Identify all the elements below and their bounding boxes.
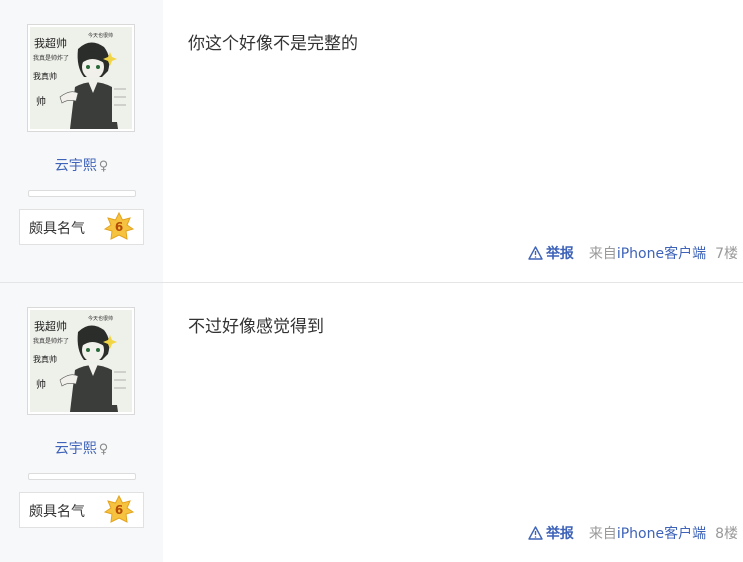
floor-number: 8楼	[715, 526, 738, 542]
avatar[interactable]: 我超帅 我真是帅炸了 今天也很帅 我真帅 帅	[27, 307, 135, 415]
level-star-icon: 6	[103, 211, 135, 242]
post-8: 我超帅 我真是帅炸了 今天也很帅 我真帅 帅 云宇熙 ♀ 颇具名气 6 不过好像…	[0, 283, 743, 562]
post-content: 你这个好像不是完整的	[188, 34, 358, 54]
avatar-text-big: 我超帅	[34, 319, 67, 333]
level-title: 颇具名气	[29, 504, 85, 520]
level-number: 6	[114, 503, 124, 517]
avatar-image: 我超帅 我真是帅炸了 今天也很帅 我真帅 帅	[30, 27, 132, 129]
level-star-icon: 6	[103, 494, 135, 525]
username-link[interactable]: 云宇熙	[55, 158, 97, 174]
female-icon: ♀	[98, 442, 109, 457]
avatar-text-side: 我真帅	[33, 71, 57, 81]
author-sidebar: 我超帅 我真是帅炸了 今天也很帅 我真帅 帅 云宇熙 ♀ 颇具名气 6	[0, 0, 163, 282]
level-badge-box[interactable]: 颇具名气 6	[19, 209, 144, 245]
avatar-text-line: 我真是帅炸了	[33, 337, 69, 345]
source-prefix: 来自	[588, 246, 617, 262]
post-7: 我超帅 我真是帅炸了 今天也很帅 我真帅 帅 云宇熙 ♀ 颇具名气 6 你这个好…	[0, 0, 743, 283]
avatar-text-side: 我真帅	[33, 354, 57, 364]
avatar-text-big: 我超帅	[34, 36, 67, 50]
avatar-text-side2: 帅	[36, 378, 46, 391]
avatar[interactable]: 我超帅 我真是帅炸了 今天也很帅 我真帅 帅	[27, 24, 135, 132]
post-footer: 举报 来自iPhone客户端 8楼	[528, 523, 738, 543]
level-badge-box[interactable]: 颇具名气 6	[19, 492, 144, 528]
avatar-image: 我超帅 我真是帅炸了 今天也很帅 我真帅 帅	[30, 310, 132, 412]
report-label: 举报	[545, 246, 574, 262]
experience-bar	[28, 473, 136, 480]
post-footer: 举报 来自iPhone客户端 7楼	[528, 243, 738, 263]
client-link[interactable]: iPhone客户端	[617, 526, 706, 542]
client-link[interactable]: iPhone客户端	[617, 246, 706, 262]
avatar-text-top: 今天也很帅	[88, 32, 113, 39]
warning-icon	[528, 526, 543, 540]
source-prefix: 来自	[588, 526, 617, 542]
avatar-text-side2: 帅	[36, 95, 46, 108]
report-label: 举报	[545, 526, 574, 542]
username-row: 云宇熙 ♀	[0, 155, 163, 175]
username-row: 云宇熙 ♀	[0, 438, 163, 458]
author-sidebar: 我超帅 我真是帅炸了 今天也很帅 我真帅 帅 云宇熙 ♀ 颇具名气 6	[0, 283, 163, 562]
report-button[interactable]: 举报	[528, 246, 579, 262]
avatar-text-top: 今天也很帅	[88, 315, 113, 322]
warning-icon	[528, 246, 543, 260]
floor-number: 7楼	[715, 246, 738, 262]
username-link[interactable]: 云宇熙	[55, 441, 97, 457]
female-icon: ♀	[98, 159, 109, 174]
level-title: 颇具名气	[29, 221, 85, 237]
experience-bar	[28, 190, 136, 197]
level-number: 6	[114, 220, 124, 234]
post-content: 不过好像感觉得到	[188, 317, 324, 337]
report-button[interactable]: 举报	[528, 526, 579, 542]
avatar-text-line: 我真是帅炸了	[33, 54, 69, 62]
